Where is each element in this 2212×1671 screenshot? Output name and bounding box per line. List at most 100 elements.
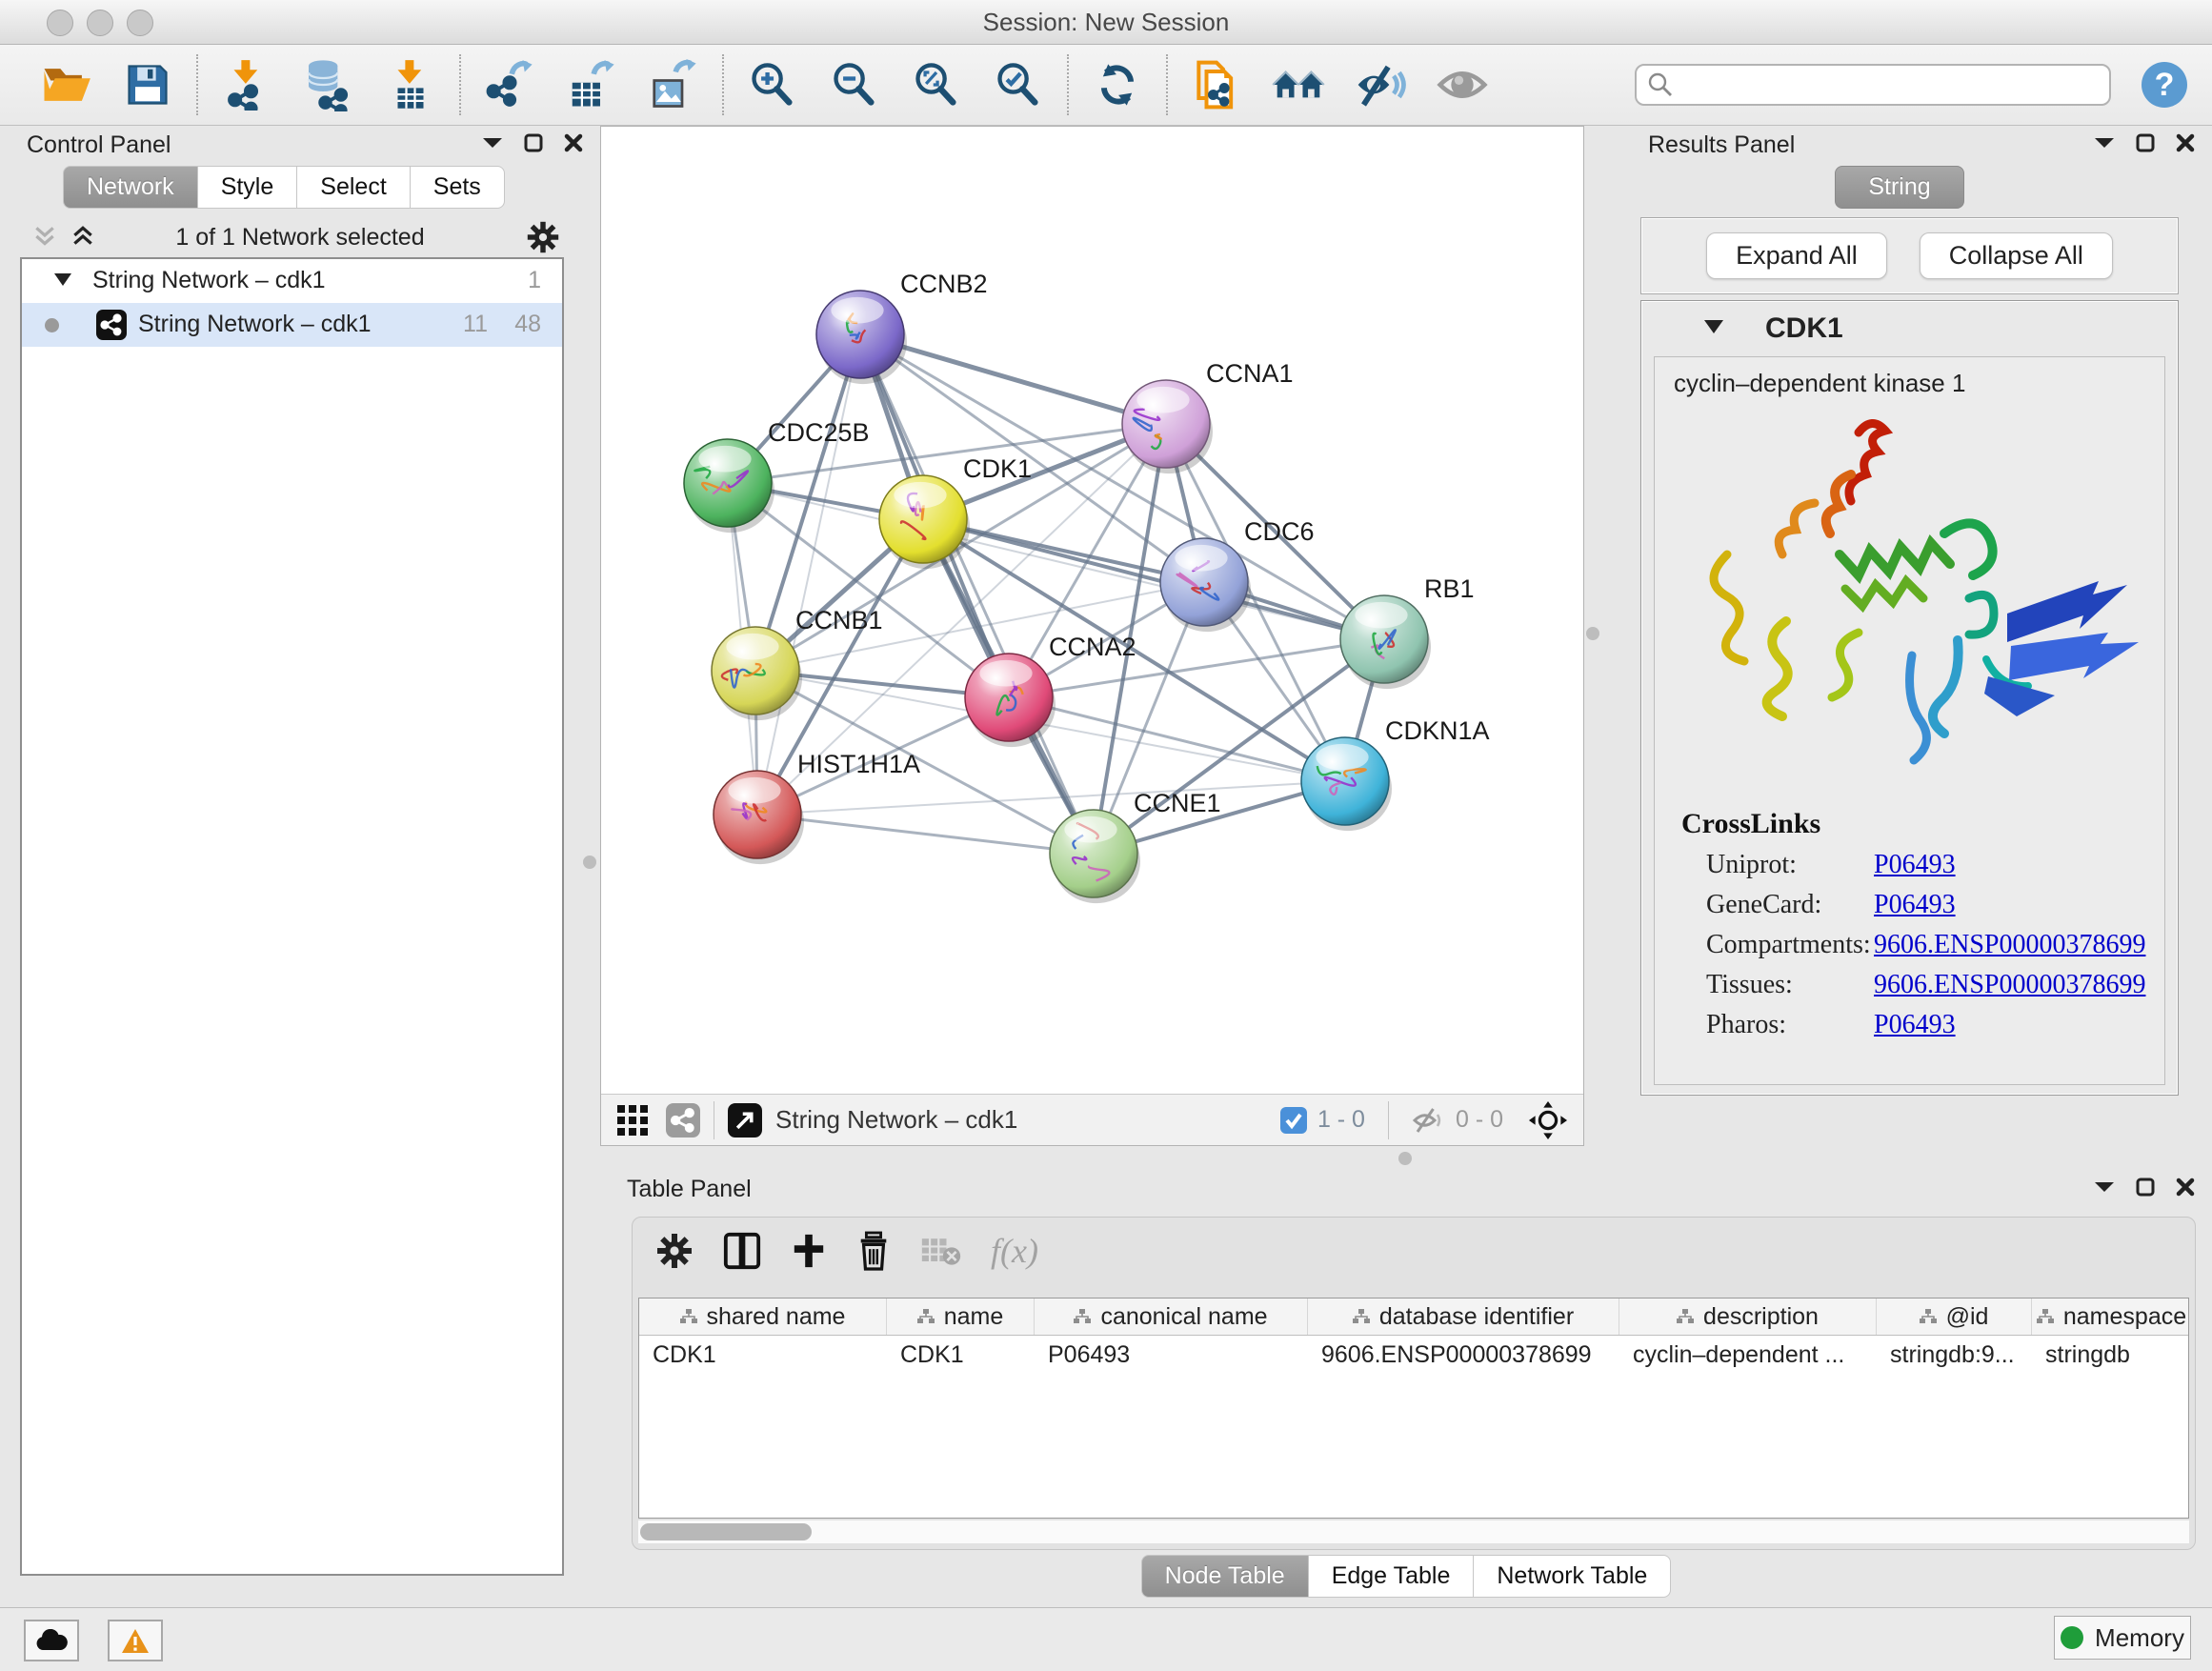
show-all-button[interactable] xyxy=(1421,50,1503,119)
network-edge[interactable] xyxy=(757,815,1094,854)
column-header-shared-name[interactable]: shared name xyxy=(639,1299,887,1335)
selected-checkbox-icon[interactable] xyxy=(1279,1106,1308,1135)
panel-float-icon[interactable] xyxy=(2136,1178,2155,1197)
vertical-splitter-handle[interactable] xyxy=(583,856,596,869)
export-network-button[interactable] xyxy=(469,50,551,119)
scrollbar-thumb[interactable] xyxy=(640,1523,812,1540)
crosslink-link[interactable]: 9606.ENSP00000378699 xyxy=(1874,970,2145,1000)
panel-menu-icon[interactable] xyxy=(482,136,503,150)
function-builder-button[interactable]: f(x) xyxy=(991,1231,1038,1271)
delete-table-icon[interactable] xyxy=(920,1235,962,1267)
tab-select[interactable]: Select xyxy=(297,166,410,209)
network-options-gear-icon[interactable] xyxy=(526,220,560,254)
network-collection-row[interactable]: String Network – cdk1 1 xyxy=(22,259,562,303)
column-header-canonical-name[interactable]: canonical name xyxy=(1035,1299,1308,1335)
panel-menu-icon[interactable] xyxy=(2094,1180,2115,1194)
table-cell[interactable]: cyclin–dependent ... xyxy=(1619,1336,1877,1374)
tab-edge-table[interactable]: Edge Table xyxy=(1309,1555,1475,1598)
crosslink-label: Tissues: xyxy=(1706,970,1874,1000)
crosslink-link[interactable]: 9606.ENSP00000378699 xyxy=(1874,930,2145,960)
detach-view-icon[interactable] xyxy=(728,1103,762,1137)
panel-float-icon[interactable] xyxy=(2136,133,2155,152)
table-cell[interactable]: P06493 xyxy=(1035,1336,1308,1374)
save-session-button[interactable] xyxy=(107,50,189,119)
tab-string[interactable]: String xyxy=(1835,166,1963,209)
network-node-CDKN1A[interactable]: CDKN1A xyxy=(1301,716,1490,831)
delete-column-trash-icon[interactable] xyxy=(855,1231,892,1271)
panel-close-icon[interactable] xyxy=(564,133,583,152)
crosslink-link[interactable]: P06493 xyxy=(1874,850,1956,880)
table-cell[interactable]: CDK1 xyxy=(639,1336,887,1374)
zoom-fit-button[interactable] xyxy=(895,50,977,119)
table-cell[interactable]: stringdb:9... xyxy=(1877,1336,2032,1374)
network-node-CDK1[interactable]: CDK1 xyxy=(879,454,1032,569)
hidden-eye-icon[interactable] xyxy=(1412,1106,1446,1135)
network-node-CCNB2[interactable]: CCNB2 xyxy=(816,270,988,384)
tab-network[interactable]: Network xyxy=(63,166,198,209)
panel-close-icon[interactable] xyxy=(2176,1178,2195,1197)
network-node-CCNE1[interactable]: CCNE1 xyxy=(1050,789,1221,903)
network-svg[interactable]: CCNB2CCNA1CDC25BCDK1CDC6RB1CCNB1CCNA2CDK… xyxy=(601,127,1583,1094)
crosslink-link[interactable]: P06493 xyxy=(1874,1010,1956,1040)
panel-close-icon[interactable] xyxy=(2176,133,2195,152)
tab-style[interactable]: Style xyxy=(198,166,298,209)
export-image-button[interactable] xyxy=(633,50,714,119)
open-session-button[interactable] xyxy=(25,50,107,119)
create-column-plus-icon[interactable] xyxy=(791,1233,827,1269)
help-button[interactable]: ? xyxy=(2142,62,2187,108)
tab-node-table[interactable]: Node Table xyxy=(1141,1555,1309,1598)
selected-counts: 1 - 0 xyxy=(1317,1106,1365,1134)
first-neighbors-button[interactable] xyxy=(1257,50,1339,119)
import-network-button[interactable] xyxy=(206,50,288,119)
cytoscape-window: Session: New Session xyxy=(0,0,2212,1671)
vertical-splitter-handle[interactable] xyxy=(1586,627,1599,640)
show-columns-icon[interactable] xyxy=(722,1231,762,1271)
network-row-selected[interactable]: String Network – cdk1 11 48 xyxy=(22,303,562,347)
zoom-in-button[interactable] xyxy=(732,50,814,119)
horizontal-splitter-handle[interactable] xyxy=(1398,1152,1412,1165)
network-node-CCNB1[interactable]: CCNB1 xyxy=(712,606,883,720)
import-network-from-database-button[interactable] xyxy=(288,50,370,119)
table-cell[interactable]: 9606.ENSP00000378699 xyxy=(1308,1336,1619,1374)
tree-expand-icon[interactable] xyxy=(54,273,71,286)
network-node-RB1[interactable]: RB1 xyxy=(1340,574,1475,689)
network-edge[interactable] xyxy=(757,781,1345,815)
apply-layout-button[interactable] xyxy=(1076,50,1158,119)
expand-all-button[interactable]: Expand All xyxy=(1706,232,1887,279)
memory-button[interactable]: Memory xyxy=(2054,1616,2191,1660)
search-input[interactable] xyxy=(1675,70,2100,99)
column-header-@id[interactable]: @id xyxy=(1877,1299,2032,1335)
network-edge[interactable] xyxy=(757,334,860,815)
network-node-CCNA1[interactable]: CCNA1 xyxy=(1122,359,1294,473)
collapse-section-icon[interactable] xyxy=(1704,320,1723,333)
column-header-database-identifier[interactable]: database identifier xyxy=(1308,1299,1619,1335)
network-edge[interactable] xyxy=(923,519,1384,639)
duplicate-network-button[interactable] xyxy=(1176,50,1257,119)
zoom-selected-button[interactable] xyxy=(977,50,1059,119)
pan-crosshair-icon[interactable] xyxy=(1528,1100,1568,1140)
table-cell[interactable]: stringdb xyxy=(2032,1336,2189,1374)
protein-card-header[interactable]: CDK1 xyxy=(1641,301,2178,356)
panel-float-icon[interactable] xyxy=(524,133,543,152)
cloud-button[interactable] xyxy=(24,1620,79,1661)
birds-eye-view-icon[interactable] xyxy=(616,1104,649,1137)
panel-menu-icon[interactable] xyxy=(2094,136,2115,150)
column-header-name[interactable]: name xyxy=(887,1299,1035,1335)
zoom-out-button[interactable] xyxy=(814,50,895,119)
import-table-button[interactable] xyxy=(370,50,452,119)
network-canvas[interactable]: CCNB2CCNA1CDC25BCDK1CDC6RB1CCNB1CCNA2CDK… xyxy=(600,126,1584,1146)
table-cell[interactable]: CDK1 xyxy=(887,1336,1035,1374)
column-header-description[interactable]: description xyxy=(1619,1299,1877,1335)
tab-sets[interactable]: Sets xyxy=(411,166,505,209)
column-header-namespace[interactable]: namespace xyxy=(2032,1299,2189,1335)
collapse-all-button[interactable]: Collapse All xyxy=(1920,232,2113,279)
tab-network-table[interactable]: Network Table xyxy=(1474,1555,1671,1598)
network-overview-icon[interactable] xyxy=(666,1103,700,1137)
warnings-button[interactable] xyxy=(108,1620,163,1661)
crosslink-link[interactable]: P06493 xyxy=(1874,890,1956,920)
table-options-gear-icon[interactable] xyxy=(655,1232,694,1270)
table-horizontal-scrollbar[interactable] xyxy=(638,1520,2189,1543)
table-row[interactable]: CDK1CDK1P064939606.ENSP00000378699cyclin… xyxy=(639,1336,2188,1374)
hide-selected-button[interactable] xyxy=(1339,50,1421,119)
export-table-button[interactable] xyxy=(551,50,633,119)
